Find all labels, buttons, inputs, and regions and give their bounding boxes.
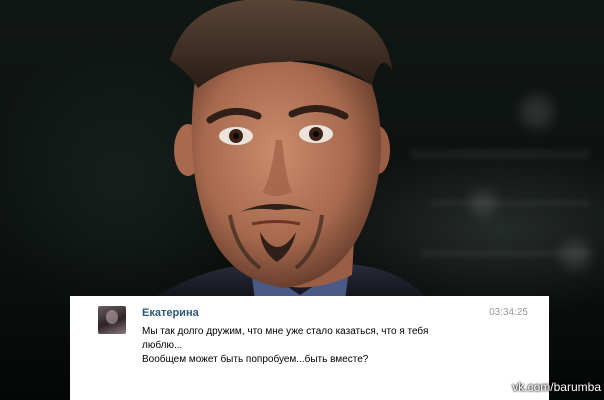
avatar[interactable]	[98, 306, 126, 334]
message-text: Мы так долго дружим, что мне уже стало к…	[142, 325, 462, 367]
message-line: Вообщем может быть попробуем...быть вмес…	[142, 354, 369, 365]
message-card: Екатерина 03:34:25 Мы так долго дружим, …	[70, 296, 549, 400]
message-line: Мы так долго дружим, что мне уже стало к…	[142, 326, 429, 337]
message-line: люблю...	[142, 340, 183, 351]
watermark: vk.com/barumba	[512, 380, 601, 394]
meme-image: Екатерина 03:34:25 Мы так долго дружим, …	[0, 0, 604, 400]
message-timestamp: 03:34:25	[489, 307, 528, 318]
sender-name[interactable]: Екатерина	[142, 307, 199, 319]
